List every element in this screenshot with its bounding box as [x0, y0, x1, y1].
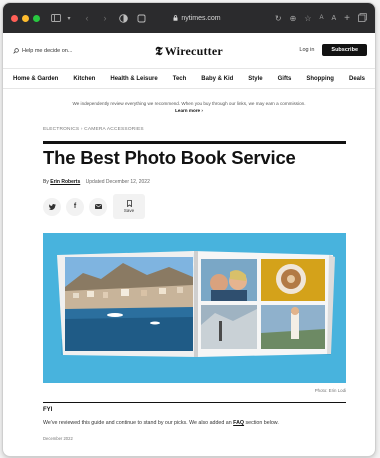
disclaimer-text: We independently review everything we re…	[72, 101, 306, 106]
lock-icon	[173, 15, 178, 21]
reload-icon[interactable]: ↻	[275, 14, 282, 23]
subscribe-button[interactable]: Subscribe	[322, 44, 367, 56]
tab-icon[interactable]	[135, 12, 147, 24]
tab-overview-icon[interactable]	[358, 12, 367, 24]
faq-link[interactable]: FAQ	[233, 420, 244, 426]
nav-item-kitchen[interactable]: Kitchen	[73, 76, 95, 82]
twitter-share-button[interactable]	[43, 197, 61, 216]
byline-by: By	[43, 179, 49, 185]
nyt-logo-mark: 𝕿	[155, 44, 163, 58]
login-link[interactable]: Log in	[299, 47, 314, 53]
fyi-text: We've reviewed this guide and continue t…	[43, 420, 346, 426]
fyi-text-end: section below.	[244, 420, 279, 426]
star-icon[interactable]: ☆	[304, 14, 311, 23]
window-controls	[11, 14, 40, 22]
text-size-large-icon[interactable]: A	[331, 15, 336, 22]
save-label: Save	[123, 208, 135, 213]
title-divider	[43, 141, 346, 144]
help-me-decide-search[interactable]: Help me decide on...	[13, 48, 72, 54]
nav-item-shopping[interactable]: Shopping	[306, 76, 334, 82]
url-text: nytimes.com	[181, 14, 221, 22]
site-header: Help me decide on... 𝕿 Wirecutter Log in …	[3, 33, 375, 69]
nav-item-baby-kid[interactable]: Baby & Kid	[201, 76, 233, 82]
fyi-heading: FYI	[43, 407, 53, 413]
nav-item-gifts[interactable]: Gifts	[278, 76, 292, 82]
breadcrumb[interactable]: ELECTRONICS › CAMERA ACCESSORIES	[43, 127, 346, 132]
page-title: The Best Photo Book Service	[43, 147, 296, 168]
email-icon	[94, 204, 102, 209]
browser-window: ▾ ‹ › nytimes.com ↻ ⊕ ☆ A A + Help me de…	[3, 3, 375, 456]
search-icon	[13, 47, 19, 54]
fyi-divider	[43, 402, 346, 403]
article: ELECTRONICS › CAMERA ACCESSORIES The Bes…	[3, 127, 375, 441]
learn-more-link[interactable]: Learn more ›	[3, 107, 375, 114]
privacy-shield-icon[interactable]	[117, 12, 129, 24]
minimize-window-button[interactable]	[22, 14, 29, 22]
logo-text: Wirecutter	[164, 44, 223, 58]
nav-item-health-leisure[interactable]: Health & Leisure	[110, 76, 157, 82]
nav-item-deals[interactable]: Deals	[349, 76, 365, 82]
maximize-window-button[interactable]	[33, 14, 40, 22]
share-bar: f Save	[43, 194, 346, 219]
extension-icon[interactable]: ⊕	[290, 14, 297, 23]
fyi-text-start: We've reviewed this guide and continue t…	[43, 420, 234, 426]
save-button[interactable]: Save	[113, 194, 145, 219]
affiliate-disclaimer: We independently review everything we re…	[3, 89, 375, 114]
photo-credit: Photo: Erin Lodi	[314, 388, 346, 393]
fyi-date: December 2022	[43, 436, 73, 441]
nav-item-home-garden[interactable]: Home & Garden	[13, 76, 58, 82]
sidebar-icon[interactable]	[50, 12, 62, 24]
facebook-share-button[interactable]: f	[66, 197, 84, 216]
chevron-down-icon[interactable]: ▾	[63, 12, 75, 24]
text-size-small-icon[interactable]: A	[319, 15, 323, 21]
browser-toolbar: ▾ ‹ › nytimes.com ↻ ⊕ ☆ A A +	[3, 3, 375, 33]
nav-item-style[interactable]: Style	[248, 76, 262, 82]
twitter-icon	[48, 203, 56, 210]
nav-item-tech[interactable]: Tech	[173, 76, 187, 82]
forward-arrow-icon[interactable]: ›	[99, 12, 111, 24]
address-bar[interactable]: nytimes.com	[151, 12, 243, 24]
bookmark-icon	[126, 200, 132, 207]
category-nav: Home & Garden Kitchen Health & Leisure T…	[3, 69, 375, 89]
byline: By Erin Roberts Updated December 12, 202…	[43, 179, 346, 185]
updated-date: Updated December 12, 2022	[85, 179, 150, 185]
close-window-button[interactable]	[11, 14, 18, 22]
facebook-icon: f	[73, 203, 77, 210]
help-text: Help me decide on...	[22, 47, 73, 54]
photo-book-illustration	[57, 251, 335, 357]
author-link[interactable]: Erin Roberts	[50, 179, 80, 185]
back-arrow-icon[interactable]: ‹	[81, 12, 93, 24]
hero-image	[43, 233, 346, 383]
email-share-button[interactable]	[89, 197, 107, 216]
new-tab-icon[interactable]: +	[344, 13, 350, 24]
